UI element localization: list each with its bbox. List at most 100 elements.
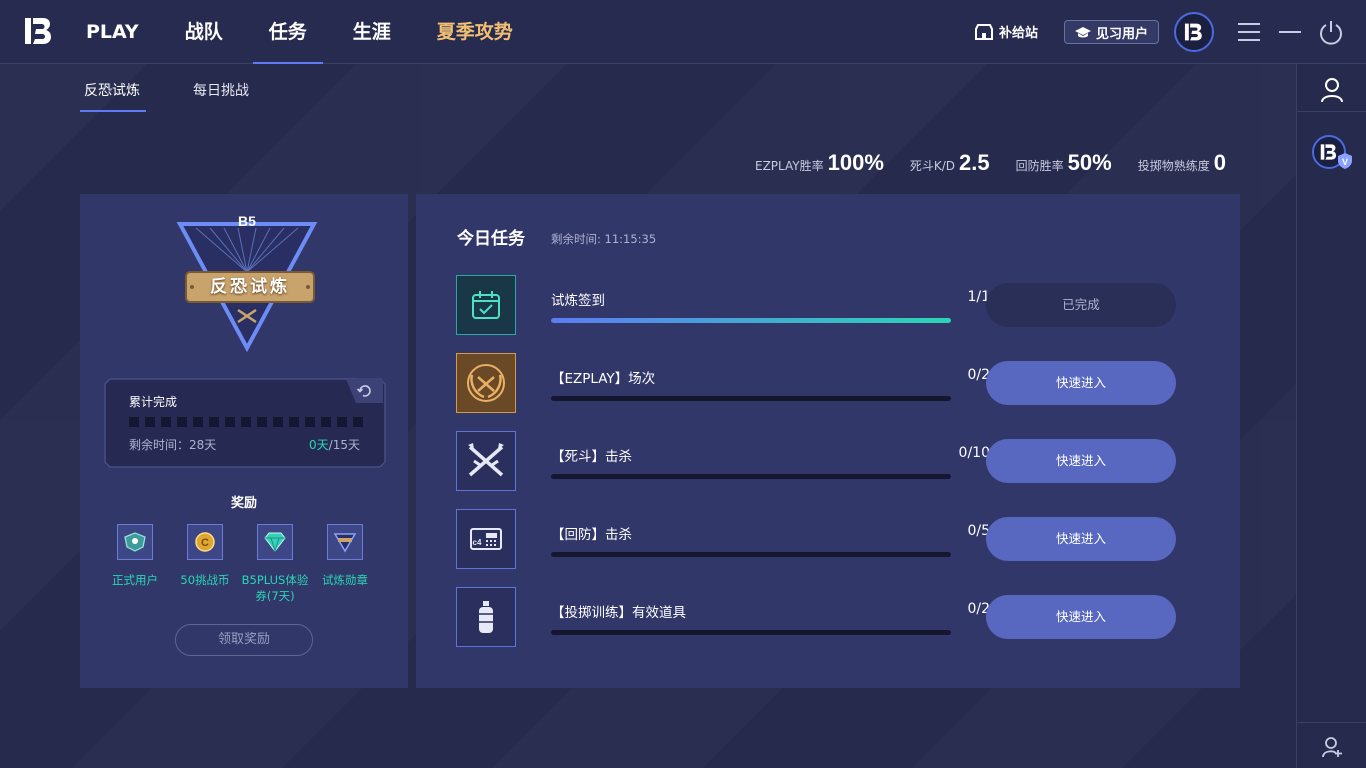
menu-icon[interactable] [1237, 20, 1261, 44]
progress-square [241, 417, 251, 427]
reward-item[interactable]: 试炼勋章 [310, 524, 380, 604]
days-total: /15天 [328, 438, 360, 452]
progress-square [305, 417, 315, 427]
daily-tasks-title: 今日任务 [457, 229, 525, 249]
progress-squares [129, 417, 369, 427]
task-row: 【EZPLAY】场次 0/2 快速进入 [456, 353, 1180, 413]
profile-icon[interactable] [1320, 77, 1344, 103]
supply-station-button[interactable]: 补给站 [975, 22, 1038, 41]
stat-value-ezplay: 100% [827, 150, 884, 175]
emblem-title: 反恐试炼 [210, 277, 290, 297]
svg-text:c4: c4 [473, 538, 482, 547]
task-count: 1/1 [967, 289, 990, 305]
avatar[interactable] [1174, 12, 1214, 52]
progress-title: 累计完成 [129, 395, 178, 409]
trial-days-progress: 0天/15天 [309, 436, 360, 453]
minimize-icon[interactable] [1278, 20, 1302, 44]
trial-remaining-time: 剩余时间：28天 [129, 438, 217, 452]
user-level-label: 见习用户 [1096, 26, 1149, 42]
rewards-title: 奖励 [230, 496, 257, 511]
b5-logo-small-icon [1320, 144, 1337, 160]
calendar-check-icon [456, 275, 516, 335]
medal-icon [327, 524, 363, 560]
quick-enter-button[interactable]: 快速进入 [986, 595, 1176, 639]
progress-square [193, 417, 203, 427]
stat-label-retake: 回防胜率 [1015, 159, 1064, 173]
stat-label-ezplay: EZPLAY胜率 [755, 159, 824, 173]
progress-square [337, 417, 347, 427]
progress-square [161, 417, 171, 427]
progress-square [321, 417, 331, 427]
reward-item[interactable]: C 50挑战币 [170, 524, 240, 604]
reward-item[interactable]: B5PLUS体验券(7天) [240, 524, 310, 604]
tab-daily-challenge[interactable]: 每日挑战 [193, 80, 249, 100]
claim-reward-button[interactable]: 领取奖励 [175, 624, 313, 656]
top-bar: PLAY 战队 任务 生涯 夏季攻势 补给站 见习用户 [0, 0, 1366, 64]
task-name: 试炼签到 [551, 293, 605, 309]
daily-remaining-time: 剩余时间: 11:15:35 [551, 232, 657, 246]
crossed-rifles-icon [456, 431, 516, 491]
b5-logo-icon[interactable] [22, 14, 56, 48]
rewards-list: 正式用户 C 50挑战币 B5PLUS体验券(7天) 试炼勋章 [100, 524, 390, 604]
quick-enter-button[interactable]: 快速进入 [986, 361, 1176, 405]
stats-row: EZPLAY胜率 100% 死斗K/D 2.5 回防胜率 50% 投掷物熟练度 … [755, 150, 1226, 176]
laurel-swords-icon [456, 353, 516, 413]
refresh-icon [346, 378, 383, 403]
task-name: 【死斗】击杀 [551, 449, 632, 465]
active-tab-indicator [80, 110, 146, 112]
task-count: 0/2 [967, 601, 990, 617]
b5-avatar-icon [1184, 23, 1202, 41]
daily-tasks-card: 今日任务 剩余时间: 11:15:35 试炼签到 1/1 已完成 【EZPLAY… [416, 194, 1240, 688]
graduation-cap-icon [1075, 26, 1091, 37]
progress-square [225, 417, 235, 427]
task-count: 0/5 [967, 523, 990, 539]
days-done: 0天 [309, 438, 329, 452]
task-completed-button[interactable]: 已完成 [986, 283, 1176, 327]
svg-text:B5: B5 [238, 213, 256, 229]
reward-item[interactable]: 正式用户 [100, 524, 170, 604]
task-name: 【投掷训练】有效道具 [551, 605, 686, 621]
svg-text:V: V [1342, 157, 1348, 167]
nav-summer-offensive[interactable]: 夏季攻势 [421, 0, 529, 64]
stat-value-retake: 50% [1067, 150, 1112, 175]
progress-square [177, 417, 187, 427]
task-progress-bar [551, 318, 951, 323]
nav-play[interactable]: PLAY [70, 0, 155, 64]
sidebar-divider-bottom [1297, 722, 1366, 723]
reward-label: 试炼勋章 [322, 573, 368, 587]
cumulative-progress-box: 累计完成 剩余时间：28天 0天/15天 [104, 378, 386, 468]
task-progress-bar [551, 552, 951, 557]
power-icon[interactable] [1318, 19, 1344, 45]
progress-square [129, 417, 139, 427]
task-progress-bar [551, 630, 951, 635]
task-count: 0/2 [967, 367, 990, 383]
task-progress-bar [551, 396, 951, 401]
quick-enter-button[interactable]: 快速进入 [986, 439, 1176, 483]
user-level-badge[interactable]: 见习用户 [1064, 20, 1160, 44]
stat-label-dm-kd: 死斗K/D [909, 159, 956, 173]
tab-ct-trial[interactable]: 反恐试炼 [84, 80, 140, 100]
task-row: 【死斗】击杀 0/10 快速进入 [456, 431, 1180, 491]
trial-card: B5 反恐试炼 累计完成 剩余时间：28天 0天/15天 奖励 正式用户 C 5… [80, 194, 408, 688]
progress-square [289, 417, 299, 427]
progress-square [209, 417, 219, 427]
task-count: 0/10 [958, 445, 990, 461]
nav-team[interactable]: 战队 [169, 0, 239, 64]
reward-label: B5PLUS体验券(7天) [241, 573, 309, 603]
refresh-button[interactable] [346, 378, 384, 404]
reward-label: 50挑战币 [180, 573, 230, 587]
nav-career[interactable]: 生涯 [337, 0, 407, 64]
main-nav: PLAY 战队 任务 生涯 夏季攻势 [70, 0, 543, 64]
progress-square [273, 417, 283, 427]
coin-icon: C [187, 524, 223, 560]
c4-bomb-icon: c4 [456, 509, 516, 569]
add-friend-icon[interactable] [1322, 736, 1344, 758]
task-name: 【EZPLAY】场次 [551, 371, 656, 387]
task-row: c4 【回防】击杀 0/5 快速进入 [456, 509, 1180, 569]
progress-square [353, 417, 363, 427]
nav-tasks[interactable]: 任务 [252, 0, 323, 64]
diamond-icon [257, 524, 293, 560]
quick-enter-button[interactable]: 快速进入 [986, 517, 1176, 561]
task-row: 【投掷训练】有效道具 0/2 快速进入 [456, 587, 1180, 647]
user-badge-icon [117, 524, 153, 560]
